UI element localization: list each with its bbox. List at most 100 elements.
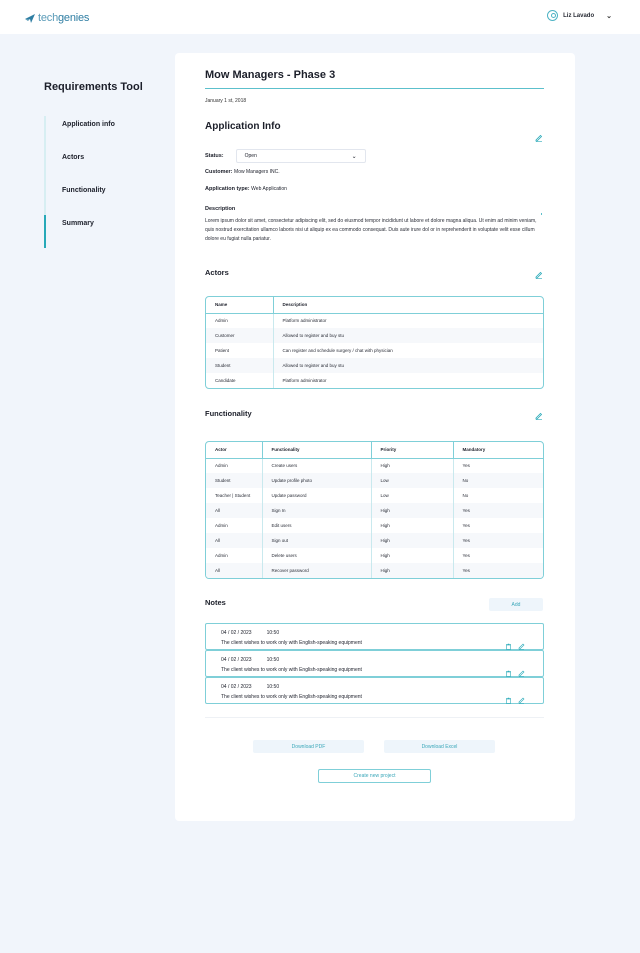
sidebar-item-label: Actors — [62, 154, 85, 161]
user-menu[interactable]: Liz Lavado ⌄ — [547, 10, 612, 21]
trash-icon[interactable] — [505, 637, 512, 650]
note-text: The client wishes to work only with Engl… — [221, 694, 362, 700]
table-cell: Recover password — [262, 563, 372, 578]
note-text: The client wishes to work only with Engl… — [221, 667, 362, 673]
column-header: Actor — [206, 442, 263, 459]
download-excel-button[interactable]: Download Excel — [384, 740, 495, 753]
sidebar-item-functionality[interactable]: Functionality — [44, 182, 154, 215]
table-row[interactable]: Admin Platform administrator — [206, 313, 543, 328]
actors-table: Name Description Admin Platform administr… — [205, 296, 544, 389]
chevron-down-icon: ⌄ — [351, 153, 357, 160]
summary-card: Mow Managers - Phase 3 January 1 st, 201… — [175, 53, 575, 821]
table-cell: Student — [206, 358, 274, 373]
table-cell: Sign out — [262, 533, 372, 548]
user-name: Liz Lavado — [563, 12, 595, 19]
table-row[interactable]: All Sign out High Yes — [206, 533, 543, 548]
edit-actors-icon[interactable] — [535, 266, 543, 279]
table-cell: High — [371, 518, 454, 533]
status-value: Open — [244, 153, 257, 159]
table-cell: Patient — [206, 343, 274, 358]
project-date: January 1 st, 2018 — [205, 98, 247, 104]
table-cell: Yes — [453, 533, 543, 548]
table-row[interactable]: Admin Edit users High Yes — [206, 518, 543, 533]
table-cell: Update password — [262, 488, 372, 503]
table-row[interactable]: Customer Allowed to register and buy stu — [206, 328, 543, 343]
table-cell: Candidate — [206, 373, 274, 388]
download-pdf-button[interactable]: Download PDF — [253, 740, 364, 753]
customer-line: Customer: Mow Managers INC. — [205, 169, 280, 175]
table-cell: High — [371, 548, 454, 563]
status-row: Status: Open ⌄ — [205, 149, 366, 163]
table-row[interactable]: Teacher | Student Update password Low No — [206, 488, 543, 503]
table-row[interactable]: Patient Can register and schedule surgery… — [206, 343, 543, 358]
table-cell: Allowed to register and buy stu — [273, 358, 543, 373]
table-cell: Delete users — [262, 548, 372, 563]
table-cell: No — [462, 493, 469, 498]
sidebar-item-label: Application info — [62, 121, 115, 128]
table-cell: Admin — [206, 458, 263, 473]
note-date: 04 / 02 / 2023 — [221, 684, 252, 690]
note-item: 04 / 02 / 2023 10:50 The client wishes to… — [205, 650, 544, 677]
table-cell: High — [371, 458, 454, 473]
status-select[interactable]: Open ⌄ — [235, 149, 366, 163]
table-cell: Yes — [453, 563, 543, 578]
table-cell: Platform administrator — [282, 378, 327, 383]
sidebar-item-summary[interactable]: Summary — [44, 215, 154, 248]
table-cell: All — [206, 503, 263, 518]
table-cell: Allowed to register and buy stu — [273, 328, 543, 343]
application-info-heading: Application Info — [205, 121, 281, 132]
table-row[interactable]: All Sign In High Yes — [206, 503, 543, 518]
edit-icon[interactable] — [518, 691, 525, 704]
column-header: Priority — [371, 442, 454, 459]
table-cell: Can register and schedule surgery / chat… — [282, 348, 393, 353]
table-cell: Platform administrator — [282, 318, 327, 324]
description-text: Lorem ipsum dolor sit amet, consectetur … — [205, 218, 537, 242]
note-time: 10:50 — [266, 630, 280, 636]
customer-label: Customer: — [205, 169, 233, 175]
edit-icon[interactable] — [518, 637, 525, 650]
column-header: Description — [273, 297, 543, 314]
trash-icon[interactable] — [505, 664, 512, 677]
table-cell: Yes — [462, 463, 470, 469]
table-cell: High — [371, 533, 454, 548]
table-row[interactable]: Admin Delete users High Yes — [206, 548, 543, 563]
table-cell: Update profile photo — [262, 473, 372, 488]
table-cell: Admin — [206, 548, 263, 563]
edit-application-info-icon[interactable] — [535, 129, 543, 142]
table-cell: All — [206, 563, 263, 578]
table-cell: Student — [206, 473, 263, 488]
add-note-button[interactable]: Add — [489, 598, 543, 611]
table-row[interactable]: Admin Create users High Yes — [206, 458, 543, 473]
note-time: 10:50 — [266, 657, 280, 663]
table-cell: Yes — [453, 503, 543, 518]
functionality-heading: Functionality — [205, 409, 252, 418]
table-cell: Sign In — [262, 503, 372, 518]
trash-icon[interactable] — [505, 691, 512, 704]
edit-icon[interactable] — [518, 664, 525, 677]
edit-functionality-icon[interactable] — [535, 407, 543, 420]
logo[interactable]: techgenies — [24, 10, 89, 26]
sidebar-item-actors[interactable]: Actors — [44, 149, 154, 182]
note-item: 04 / 02 / 2023 10:50 The client wishes to… — [205, 623, 544, 650]
table-row[interactable]: Student Update profile photo Low No — [206, 473, 543, 488]
status-label: Status: — [205, 153, 224, 159]
top-bar: techgenies Liz Lavado ⌄ — [0, 0, 640, 34]
note-text: The client wishes to work only with Engl… — [221, 640, 362, 646]
table-row[interactable]: Student Allowed to register and buy stu — [206, 358, 543, 373]
sidebar-item-application-info[interactable]: Application info — [44, 116, 154, 149]
actors-heading: Actors — [205, 268, 229, 277]
table-row[interactable]: All Recover password High Yes — [206, 563, 543, 578]
chevron-down-icon[interactable]: ⌄ — [606, 12, 612, 20]
note-date: 04 / 02 / 2023 — [221, 657, 252, 663]
customer-value: Mow Managers INC. — [234, 169, 280, 175]
scroll-indicator — [541, 213, 542, 215]
table-cell: Create users — [262, 458, 372, 473]
column-header: Functionality — [262, 442, 372, 459]
logo-text: techgenies — [38, 12, 90, 24]
table-cell: High — [371, 563, 454, 578]
description-label: Description — [205, 206, 236, 212]
create-new-project-button[interactable]: Create new project — [318, 769, 431, 783]
table-row[interactable]: Candidate Platform administrator — [206, 373, 543, 388]
column-header: Mandatory — [453, 442, 543, 459]
note-date: 04 / 02 / 2023 — [221, 630, 252, 636]
